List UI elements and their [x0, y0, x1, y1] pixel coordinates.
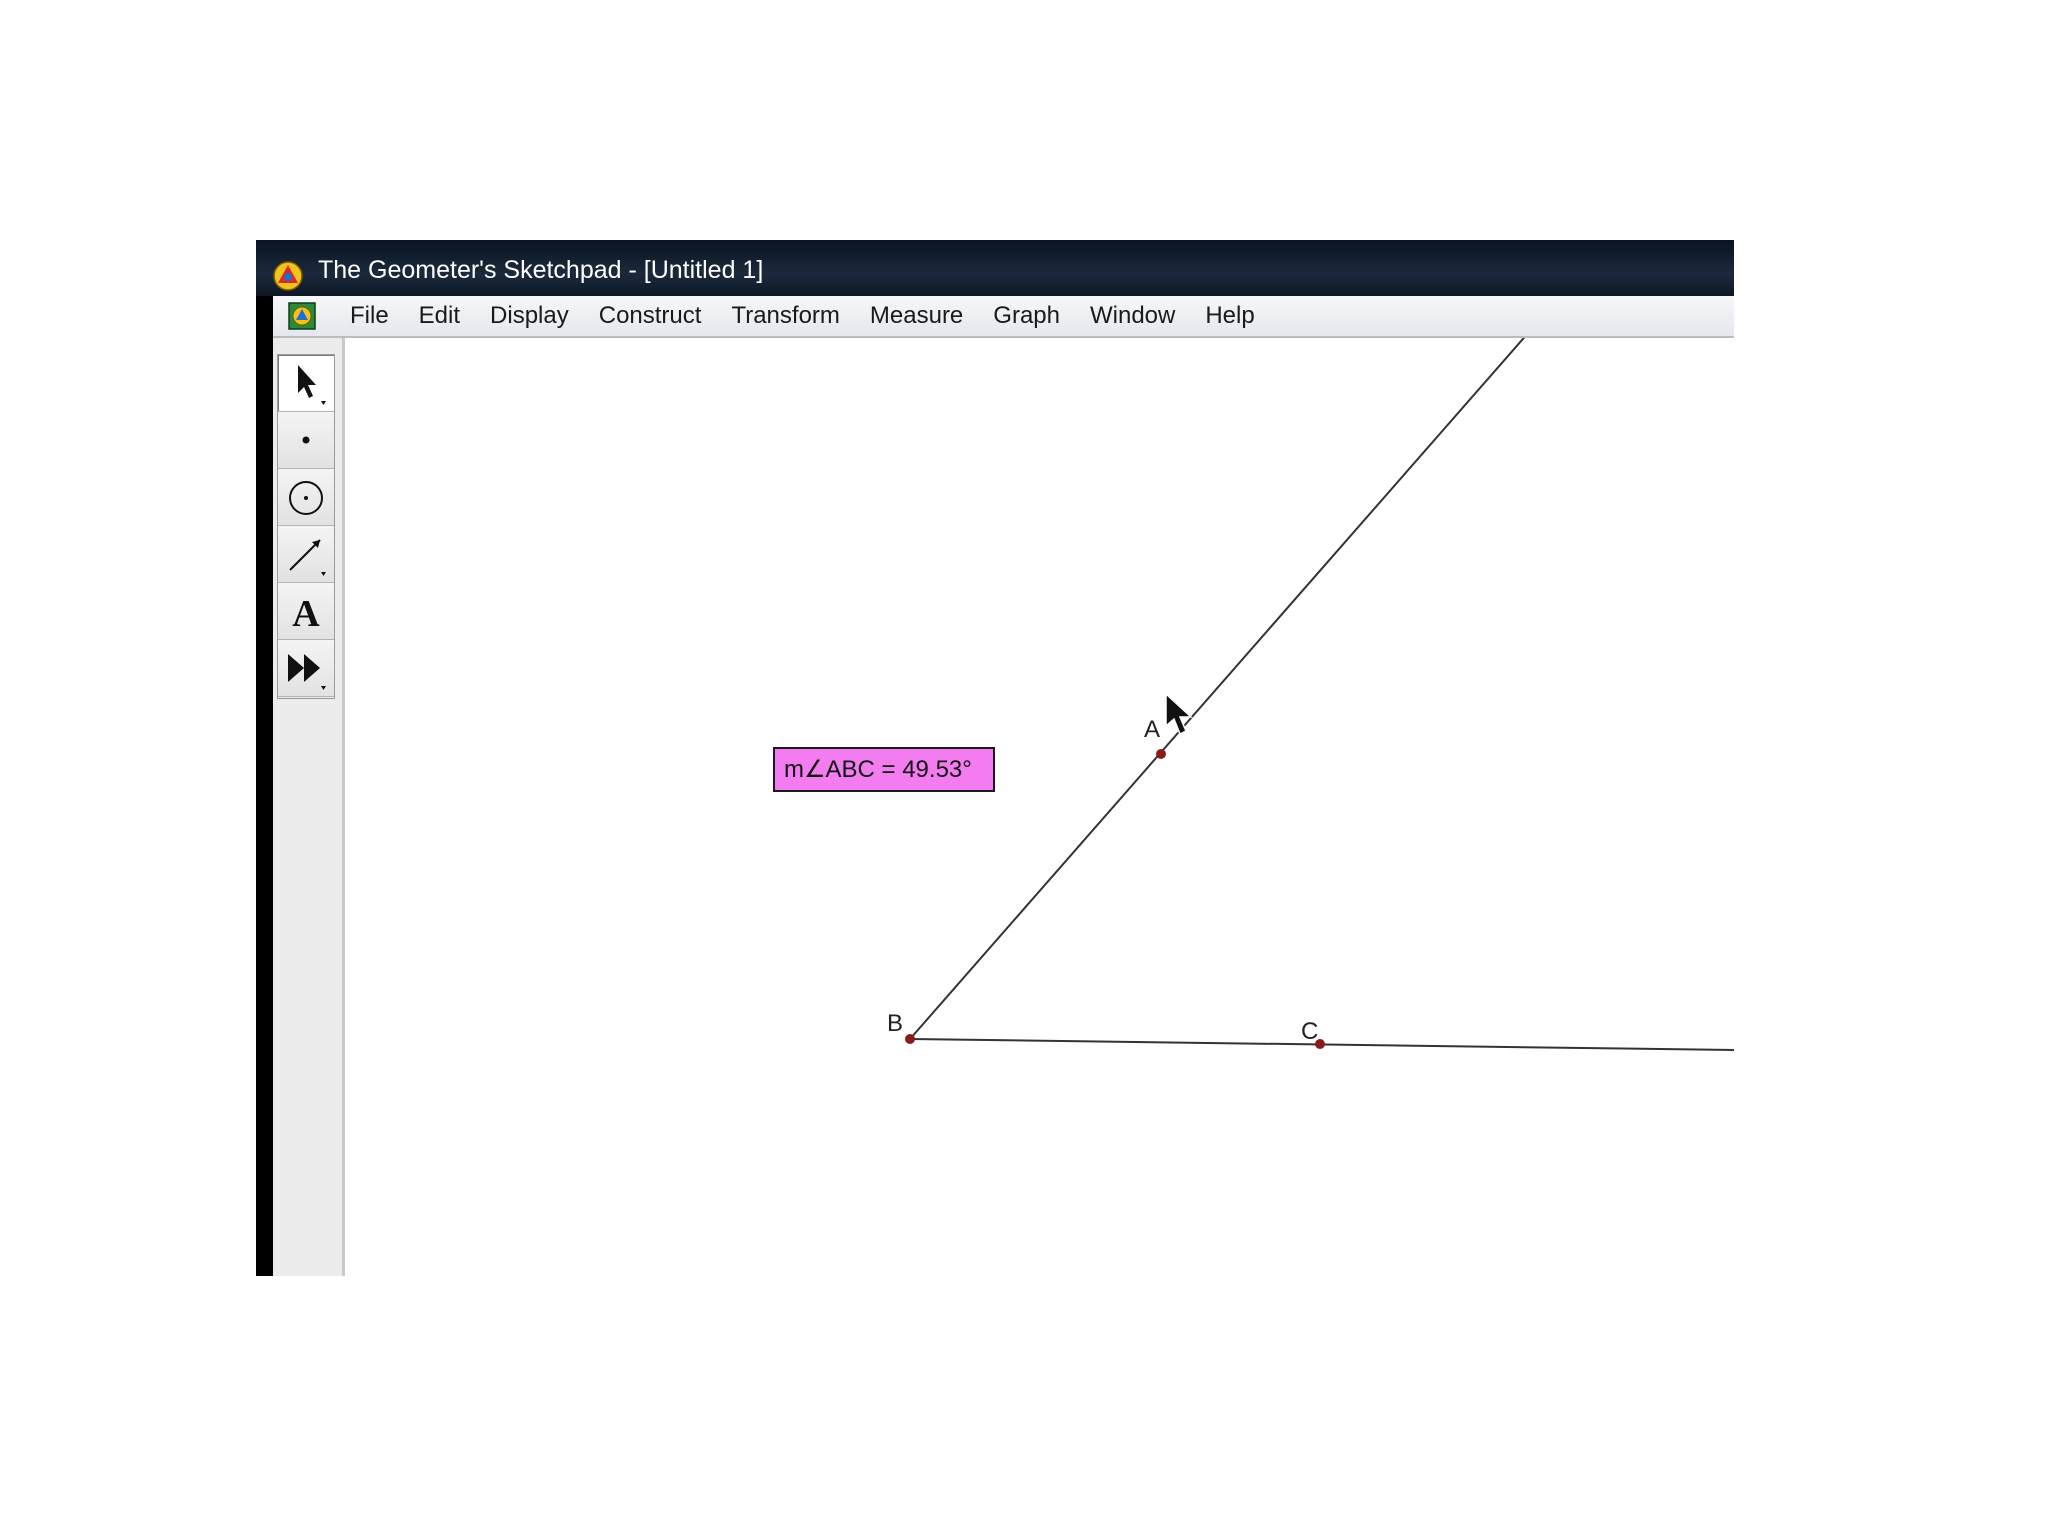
menu-transform[interactable]: Transform — [716, 302, 854, 330]
letter-a-icon: A — [292, 593, 320, 635]
menu-edit[interactable]: Edit — [404, 302, 475, 330]
point-icon — [302, 436, 310, 444]
straightedge-tool[interactable] — [278, 526, 334, 583]
point-a-label[interactable]: A — [1144, 718, 1160, 742]
menu-file[interactable]: File — [335, 302, 404, 330]
window-title: The Geometer's Sketchpad - [Untitled 1] — [318, 256, 764, 284]
menu-graph[interactable]: Graph — [978, 302, 1075, 330]
sketchpad-logo-icon[interactable] — [273, 261, 303, 291]
sketchpad-document-icon[interactable] — [287, 301, 317, 331]
title-bar[interactable]: The Geometer's Sketchpad - [Untitled 1] — [256, 240, 1734, 296]
point-a[interactable] — [1156, 749, 1166, 759]
mouse-pointer-icon — [1165, 692, 1193, 736]
text-tool[interactable]: A — [278, 583, 334, 640]
point-tool[interactable] — [278, 412, 334, 469]
tool-stack: A — [277, 354, 335, 699]
menu-construct[interactable]: Construct — [584, 302, 717, 330]
svg-text:A: A — [292, 593, 320, 635]
menu-bar: File Edit Display Construct Transform Me… — [273, 296, 1734, 338]
point-b-label[interactable]: B — [887, 1012, 903, 1036]
circle-icon — [289, 481, 323, 515]
segment-icon — [289, 539, 326, 576]
sketch-drawing — [905, 338, 1734, 1051]
menu-display[interactable]: Display — [475, 302, 584, 330]
menu-measure[interactable]: Measure — [855, 302, 978, 330]
angle-measurement[interactable]: m∠ABC = 49.53° — [773, 747, 995, 792]
sketchpad-window: The Geometer's Sketchpad - [Untitled 1] … — [256, 240, 1734, 1276]
custom-tool[interactable] — [278, 640, 334, 697]
menu-window[interactable]: Window — [1075, 302, 1190, 330]
menu-help[interactable]: Help — [1190, 302, 1269, 330]
fast-forward-icon — [288, 654, 326, 690]
arrow-icon — [298, 365, 326, 405]
toolbox: A — [273, 338, 345, 1276]
compass-tool[interactable] — [278, 469, 334, 526]
point-b[interactable] — [905, 1034, 915, 1044]
point-c-label[interactable]: C — [1301, 1020, 1318, 1044]
selection-arrow-tool[interactable] — [278, 355, 334, 412]
ray-ba[interactable] — [909, 338, 1529, 1040]
sketch-canvas[interactable]: A B C m∠ABC = 49.53° — [345, 338, 1734, 1276]
